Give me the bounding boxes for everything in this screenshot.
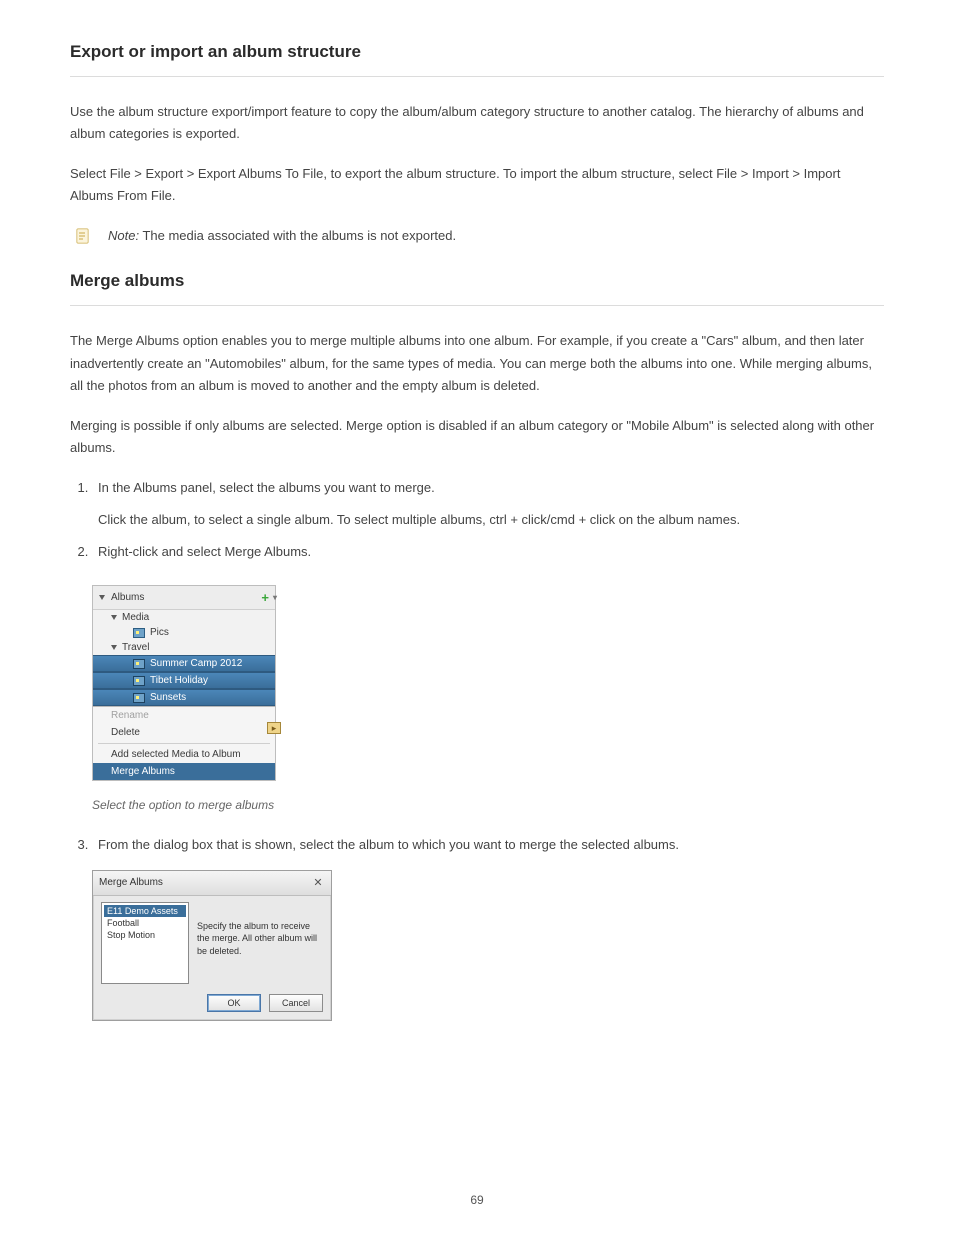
context-menu: Rename Delete ▸ Add selected Media to Al… (93, 706, 275, 780)
export-desc-2: Select File > Export > Export Albums To … (70, 163, 884, 207)
step-3: From the dialog box that is shown, selec… (92, 834, 884, 856)
tree-item-sunsets[interactable]: Sunsets (93, 689, 275, 706)
note-icon (72, 225, 94, 247)
ctx-separator (98, 743, 270, 744)
ctx-delete[interactable]: Delete (93, 724, 275, 741)
merge-target-list[interactable]: E11 Demo Assets Football Stop Motion (101, 902, 189, 984)
list-item[interactable]: E11 Demo Assets (104, 905, 186, 917)
ctx-rename[interactable]: Rename (93, 707, 275, 724)
list-item[interactable]: Football (104, 917, 186, 929)
dialog-title: Merge Albums (99, 877, 163, 888)
tree-item-media[interactable]: Media (93, 610, 275, 625)
ctx-addmedia[interactable]: Add selected Media to Album (93, 746, 275, 763)
album-icon (133, 693, 145, 703)
tree-item-pics[interactable]: Pics (93, 625, 275, 640)
merge-albums-dialog: Merge Albums ✕ E11 Demo Assets Football … (92, 870, 332, 1021)
section-rule (70, 76, 884, 77)
caption-merge-option: Select the option to merge albums (92, 795, 884, 815)
section-rule-2 (70, 305, 884, 306)
section-title-export: Export or import an album structure (70, 42, 884, 62)
ok-button[interactable]: OK (207, 994, 261, 1012)
merge-desc-1: The Merge Albums option enables you to m… (70, 330, 884, 396)
export-desc-1: Use the album structure export/import fe… (70, 101, 884, 145)
step-1: In the Albums panel, select the albums y… (92, 477, 884, 531)
close-icon[interactable]: ✕ (311, 876, 325, 890)
tree-item-summer[interactable]: Summer Camp 2012 (93, 655, 275, 672)
chevron-down-icon (111, 645, 117, 650)
page-number: 69 (0, 1193, 954, 1207)
add-album-icon[interactable]: + (261, 590, 269, 605)
tree-item-travel[interactable]: Travel (93, 640, 275, 655)
ctx-merge-albums[interactable]: Merge Albums (93, 763, 275, 780)
list-item[interactable]: Stop Motion (104, 929, 186, 941)
chevron-down-icon[interactable] (99, 595, 105, 600)
albums-header: Albums + (93, 586, 275, 610)
albums-panel-screenshot: Albums + Media Pics Travel Summer Camp 2… (92, 585, 276, 781)
submenu-icon: ▸ (267, 722, 281, 734)
merge-desc-text: Specify the album to receive the merge. … (197, 902, 323, 984)
step-2: Right-click and select Merge Albums. (92, 541, 884, 563)
album-icon (133, 628, 145, 638)
album-icon (133, 676, 145, 686)
note-row: Note: The media associated with the albu… (70, 225, 884, 247)
cancel-button[interactable]: Cancel (269, 994, 323, 1012)
chevron-down-icon (111, 615, 117, 620)
tree-item-tibet[interactable]: Tibet Holiday (93, 672, 275, 689)
dialog-titlebar: Merge Albums ✕ (93, 871, 331, 896)
album-icon (133, 659, 145, 669)
note-text: Note: The media associated with the albu… (108, 225, 456, 247)
section-title-merge: Merge albums (70, 271, 884, 291)
albums-label: Albums (111, 592, 144, 603)
merge-desc-2: Merging is possible if only albums are s… (70, 415, 884, 459)
